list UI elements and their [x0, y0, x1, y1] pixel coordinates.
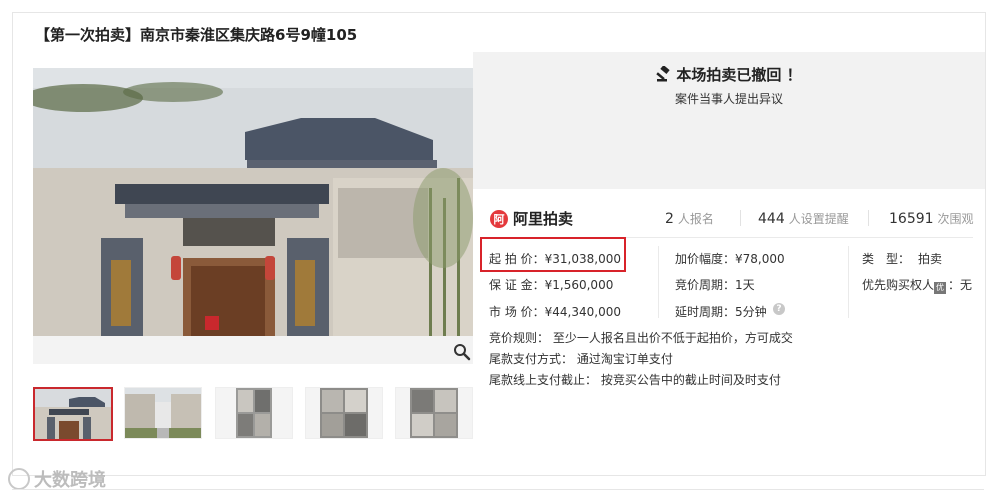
thumbnail-image [125, 388, 201, 438]
zoom-icon[interactable] [453, 343, 471, 361]
column-divider [848, 246, 849, 318]
stat-divider [868, 210, 869, 226]
thumbnail-4[interactable] [305, 387, 383, 439]
status-heading: 本场拍卖已撤回 ！ [473, 64, 985, 85]
thumbnail-5[interactable] [395, 387, 473, 439]
bid-rule: 竞价规则： 至少一人报名且出价不低于起拍价，方可成交 [489, 331, 793, 345]
status-reason: 案件当事人提出异议 [674, 92, 783, 106]
bottom-divider [12, 489, 984, 490]
status-title-text: 本场拍卖已撤回 ！ [676, 66, 802, 84]
thumbnail-image [35, 389, 111, 439]
thumbnail-image [306, 388, 382, 438]
ali-auction-brand: 阿 阿里拍卖 [490, 208, 573, 229]
delay-cycle: 延时周期：5分钟 [675, 305, 767, 319]
payment-method: 尾款支付方式： 通过淘宝订单支付 [489, 352, 673, 366]
reminder-number: 444 [758, 211, 785, 227]
priority-badge-icon: 优 [934, 282, 947, 294]
view-label: 次围观 [937, 212, 974, 226]
gavel-icon [656, 65, 671, 82]
market-price: 市 场 价：¥44,340,000 [489, 305, 621, 319]
type-label: 类 型： [862, 252, 911, 266]
watermark-logo-icon [8, 468, 30, 490]
auction-type: 类 型： 拍卖 [862, 250, 942, 267]
column-divider [658, 246, 659, 318]
priority-buyer: 优先购买权人优：无 [862, 276, 972, 294]
type-value: 拍卖 [918, 252, 943, 266]
signup-count: 2 人报名 [665, 210, 714, 227]
reminder-count: 444 人设置提醒 [758, 210, 849, 227]
reminder-label: 人设置提醒 [788, 212, 849, 226]
view-number: 16591 [889, 211, 934, 227]
deposit: 保 证 金：¥1,560,000 [489, 278, 614, 292]
stat-divider [740, 210, 741, 226]
thumbnail-2[interactable] [124, 387, 202, 439]
signup-number: 2 [665, 211, 674, 227]
brand-logo-icon: 阿 [490, 209, 508, 228]
payment-deadline: 尾款线上支付截止： 按竞买公告中的截止时间及时支付 [489, 373, 781, 387]
thumbnail-1[interactable] [33, 387, 113, 441]
thumbnail-image [396, 388, 472, 438]
priority-value: ：无 [948, 278, 973, 292]
brand-name: 阿里拍卖 [513, 210, 574, 228]
property-photo [33, 68, 473, 364]
view-count: 16591 次围观 [889, 210, 974, 227]
listing-title: 【第一次拍卖】南京市秦淮区集庆路6号9幢105 [35, 26, 358, 44]
priority-label: 优先购买权人 [862, 278, 935, 292]
signup-label: 人报名 [677, 212, 714, 226]
help-icon[interactable]: ? [773, 303, 785, 315]
thumbnail-image [216, 388, 292, 438]
thumbnail-3[interactable] [215, 387, 293, 439]
bid-increment: 加价幅度：¥78,000 [675, 252, 785, 266]
main-property-image[interactable] [33, 68, 473, 364]
start-price-highlight [480, 237, 626, 272]
auction-cycle: 竞价周期：1天 [675, 278, 755, 292]
